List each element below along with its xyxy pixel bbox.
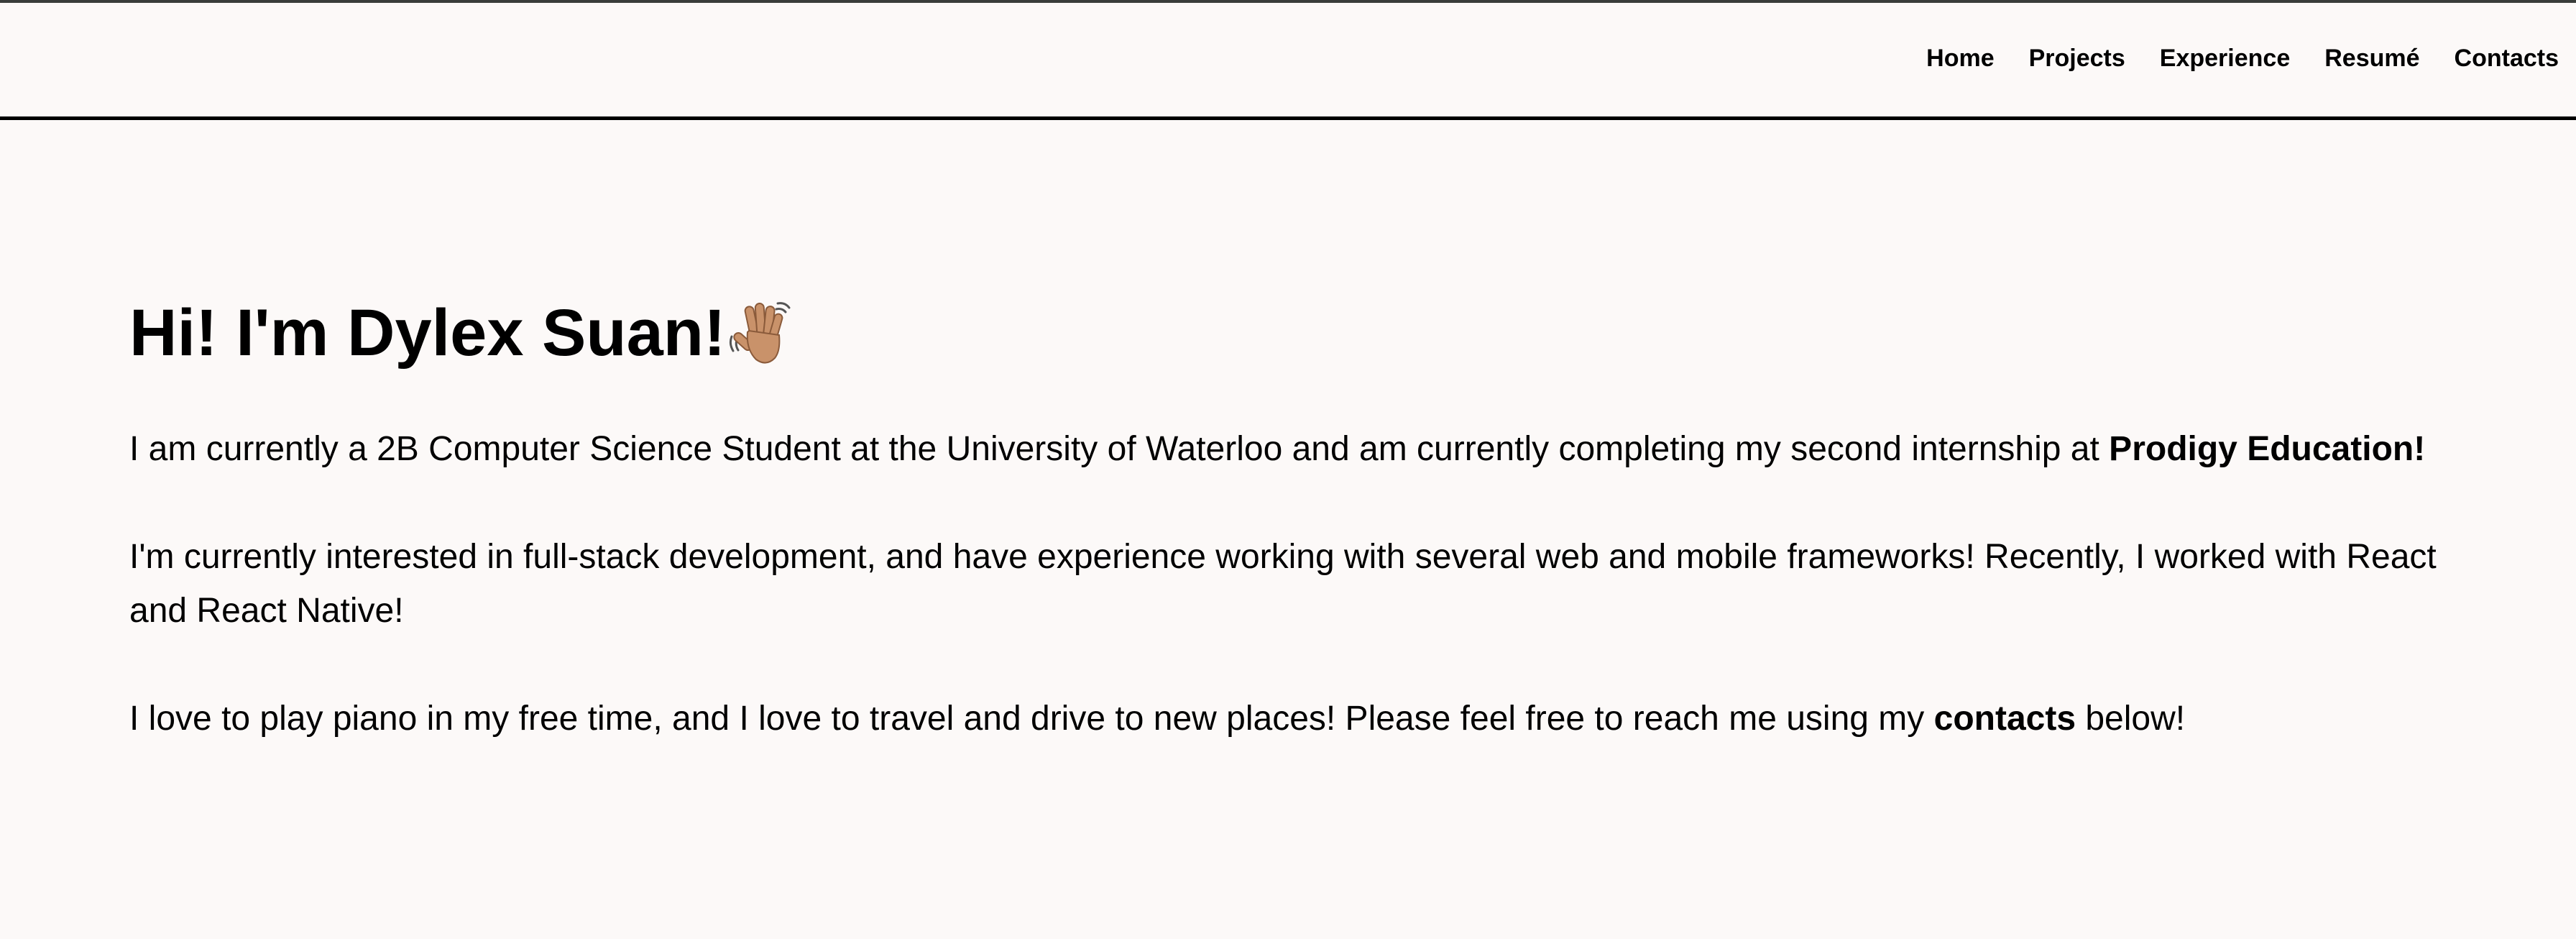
- nav-resume-link[interactable]: Resumé: [2324, 46, 2419, 70]
- company-name: Prodigy Education!: [2109, 430, 2426, 468]
- hobbies-text-end: below!: [2076, 700, 2186, 738]
- waving-hand-icon: [727, 299, 794, 372]
- site-header: Home Projects Experience Resumé Contacts: [0, 3, 2576, 120]
- main-nav: Home Projects Experience Resumé Contacts: [1926, 46, 2559, 70]
- intro-paragraph-education: I am currently a 2B Computer Science Stu…: [129, 422, 2465, 476]
- intro-paragraph-interests: I'm currently interested in full-stack d…: [129, 538, 2437, 630]
- hobbies-text: I love to play piano in my free time, an…: [129, 700, 1934, 738]
- main-content: Hi! I'm Dylex Suan! I am currently a 2B …: [129, 295, 2465, 800]
- nav-experience-link[interactable]: Experience: [2160, 46, 2290, 70]
- contacts-reference: contacts: [1933, 700, 2076, 738]
- page-title: Hi! I'm Dylex Suan!: [129, 296, 726, 370]
- intro-text: I am currently a 2B Computer Science Stu…: [129, 430, 2110, 468]
- intro-paragraph-hobbies: I love to play piano in my free time, an…: [129, 692, 2465, 746]
- nav-home-link[interactable]: Home: [1926, 46, 1994, 70]
- nav-contacts-link[interactable]: Contacts: [2455, 46, 2559, 70]
- hero-heading: Hi! I'm Dylex Suan!: [129, 295, 2465, 372]
- nav-projects-link[interactable]: Projects: [2029, 46, 2125, 70]
